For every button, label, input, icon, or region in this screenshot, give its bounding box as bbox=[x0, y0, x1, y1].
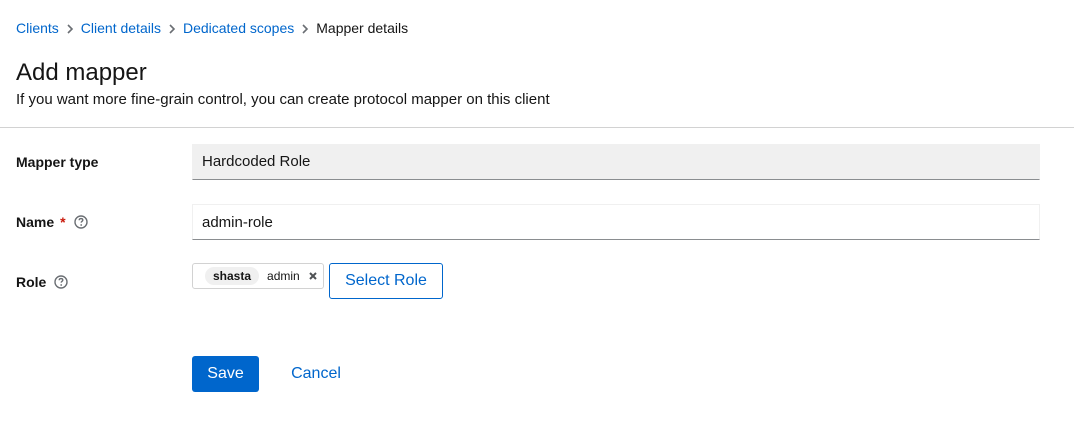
header-divider bbox=[0, 127, 1074, 128]
role-chip-role: admin bbox=[267, 269, 300, 283]
name-label: Name * bbox=[16, 213, 88, 231]
question-circle-icon[interactable] bbox=[73, 215, 88, 229]
chevron-right-icon bbox=[294, 19, 316, 37]
select-role-button[interactable]: Select Role bbox=[329, 263, 443, 299]
question-circle-icon[interactable] bbox=[54, 275, 69, 289]
role-chip: shasta admin bbox=[192, 263, 324, 289]
name-input[interactable] bbox=[192, 204, 1040, 240]
cancel-button[interactable]: Cancel bbox=[278, 356, 354, 392]
times-icon[interactable] bbox=[308, 271, 318, 281]
save-button[interactable]: Save bbox=[192, 356, 259, 392]
role-label: Role bbox=[16, 273, 69, 291]
mapper-type-label: Mapper type bbox=[16, 153, 98, 171]
required-marker: * bbox=[60, 214, 66, 230]
mapper-type-field: Hardcoded Role bbox=[192, 144, 1040, 180]
breadcrumb: Clients Client details Dedicated scopes … bbox=[16, 19, 408, 37]
chevron-right-icon bbox=[59, 19, 81, 37]
breadcrumb-current: Mapper details bbox=[316, 20, 409, 36]
role-chip-client: shasta bbox=[205, 267, 260, 285]
page-title: Add mapper bbox=[16, 59, 147, 86]
role-label-text: Role bbox=[16, 274, 47, 290]
breadcrumb-dedicated-scopes[interactable]: Dedicated scopes bbox=[183, 19, 294, 37]
breadcrumb-clients[interactable]: Clients bbox=[16, 19, 59, 37]
breadcrumb-client-details[interactable]: Client details bbox=[81, 19, 161, 37]
mapper-type-label-text: Mapper type bbox=[16, 154, 99, 170]
name-label-text: Name bbox=[16, 214, 55, 230]
chevron-right-icon bbox=[161, 19, 183, 37]
page-subtitle: If you want more fine-grain control, you… bbox=[16, 91, 550, 108]
